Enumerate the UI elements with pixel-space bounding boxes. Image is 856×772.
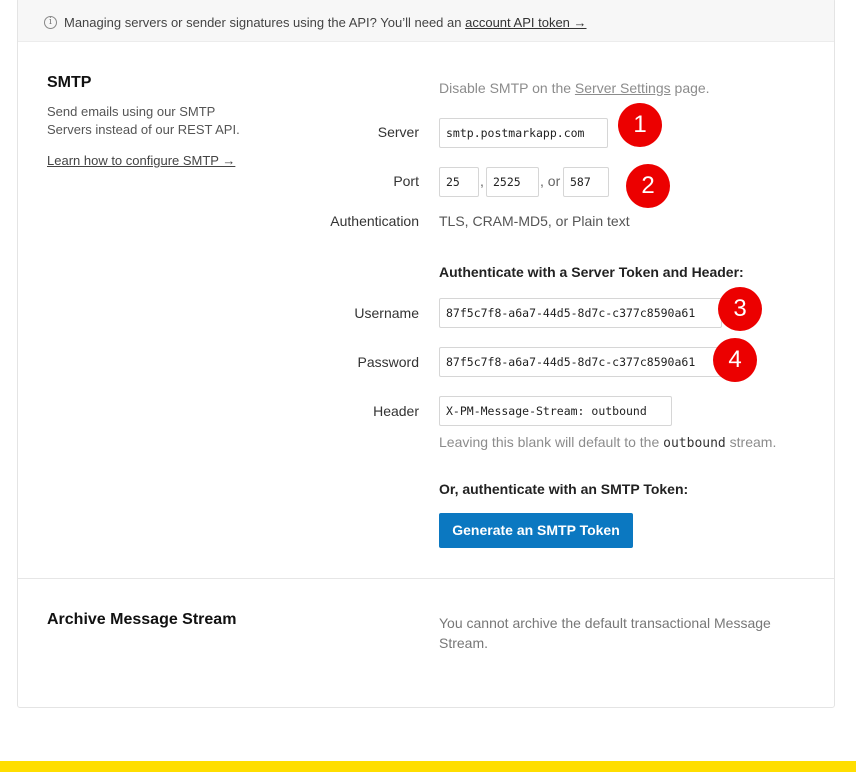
annotation-badge-2: 2 [626,164,670,208]
learn-configure-smtp-link[interactable]: Learn how to configure SMTP → [47,153,235,168]
generate-smtp-token-button[interactable]: Generate an SMTP Token [439,513,633,548]
smtp-section-title: SMTP [47,74,92,91]
header-field[interactable]: X-PM-Message-Stream: outbound [439,396,672,426]
server-settings-link[interactable]: Server Settings [575,80,671,96]
authentication-label: Authentication [330,213,419,229]
header-label: Header [373,403,419,419]
smtp-description-line2: Servers instead of our REST API. [47,122,240,137]
port-label: Port [393,173,419,189]
password-label: Password [357,354,419,370]
port-separator-2: , or [540,173,561,189]
annotation-badge-4: 4 [713,338,757,382]
smtp-description-line1: Send emails using our SMTP [47,104,216,119]
server-token-heading: Authenticate with a Server Token and Hea… [439,264,744,280]
server-label: Server [377,124,419,140]
account-api-token-link[interactable]: account API token → [465,15,586,30]
disable-smtp-hint: Disable SMTP on the Server Settings page… [439,80,710,96]
api-notice-banner: i Managing servers or sender signatures … [18,0,834,42]
annotation-badge-3: 3 [718,287,762,331]
server-field[interactable]: smtp.postmarkapp.com [439,118,608,148]
info-icon: i [44,16,57,29]
footer-accent-bar [0,761,856,772]
authentication-value: TLS, CRAM-MD5, or Plain text [439,213,630,229]
username-field[interactable]: 87f5c7f8-a6a7-44d5-8d7c-c377c8590a61 [439,298,722,328]
archive-text-line1: You cannot archive the default transacti… [439,615,771,631]
smtp-token-heading: Or, authenticate with an SMTP Token: [439,481,689,497]
annotation-badge-1: 1 [618,103,662,147]
archive-text-line2: Stream. [439,635,489,651]
api-notice-text: Managing servers or sender signatures us… [64,15,587,30]
password-field[interactable]: 87f5c7f8-a6a7-44d5-8d7c-c377c8590a61 [439,347,722,377]
section-divider [18,578,834,579]
port-separator-1: , [480,173,484,189]
port-field-25[interactable]: 25 [439,167,479,197]
outbound-code: outbound [663,436,726,451]
username-label: Username [354,305,419,321]
port-field-587[interactable]: 587 [563,167,609,197]
archive-section-title: Archive Message Stream [47,611,237,628]
header-hint: Leaving this blank will default to the o… [439,434,777,451]
port-field-2525[interactable]: 2525 [486,167,539,197]
